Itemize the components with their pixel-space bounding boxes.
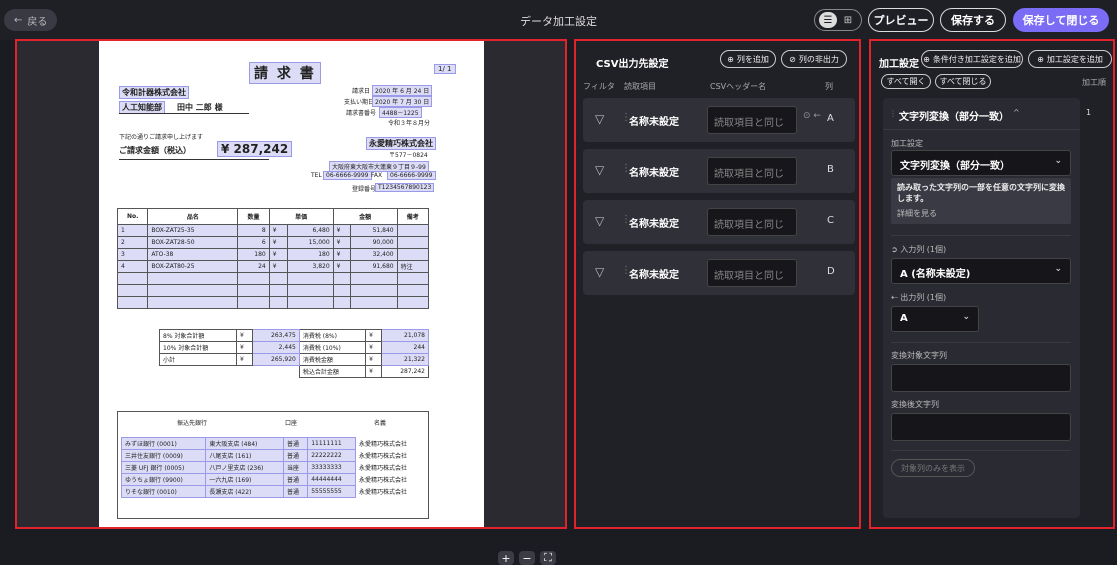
list-view-icon[interactable]: ☰: [819, 12, 837, 28]
save-and-close-button[interactable]: 保存して閉じる: [1013, 8, 1109, 32]
save-button[interactable]: 保存する: [940, 8, 1006, 32]
grid-view-icon[interactable]: ⊞: [839, 12, 857, 28]
fit-screen-icon[interactable]: ⛶: [540, 551, 556, 565]
zoom-in-icon[interactable]: +: [498, 551, 514, 565]
zoom-controls: + − ⛶: [498, 551, 556, 565]
highlight-document-region: [15, 39, 567, 529]
view-toggle[interactable]: ☰ ⊞: [814, 9, 862, 31]
preview-button[interactable]: プレビュー: [868, 8, 934, 32]
highlight-processing-region: [869, 39, 1115, 529]
top-bar: ← 戻る データ加工設定 ☰ ⊞ プレビュー 保存する 保存して閉じる: [0, 0, 1117, 40]
zoom-out-icon[interactable]: −: [519, 551, 535, 565]
highlight-csv-region: [574, 39, 861, 529]
